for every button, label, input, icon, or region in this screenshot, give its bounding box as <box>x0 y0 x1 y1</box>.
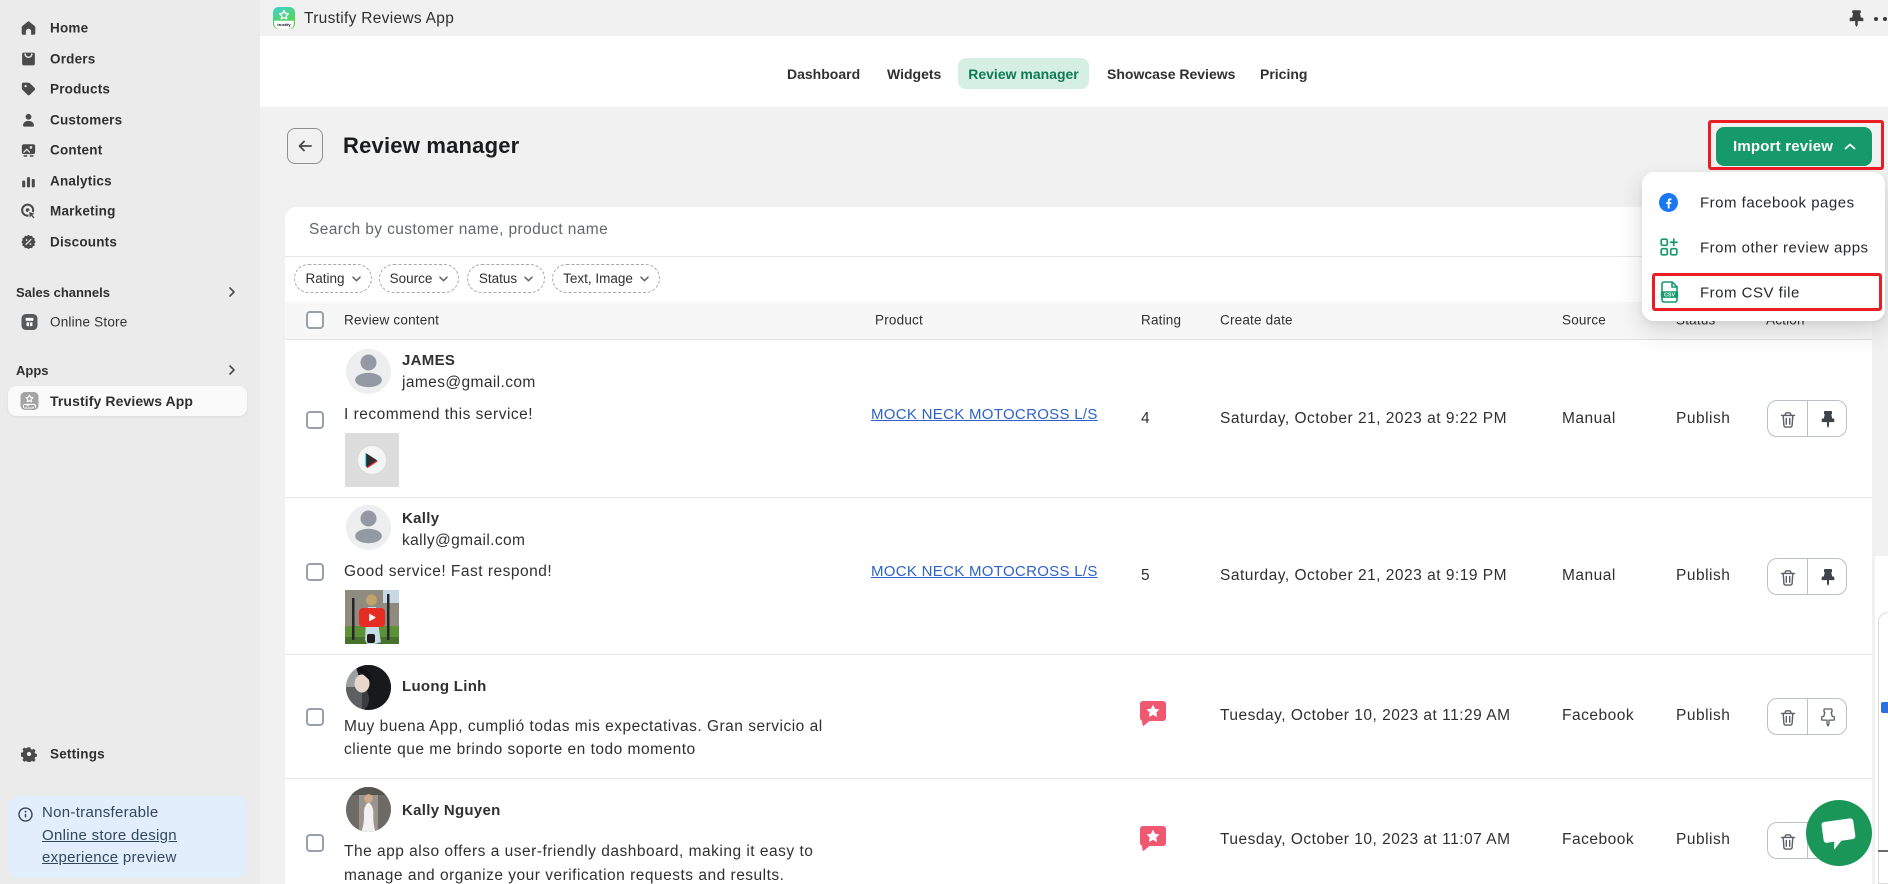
svg-text:trustify: trustify <box>277 22 291 27</box>
svg-text:trustify: trustify <box>24 405 36 409</box>
